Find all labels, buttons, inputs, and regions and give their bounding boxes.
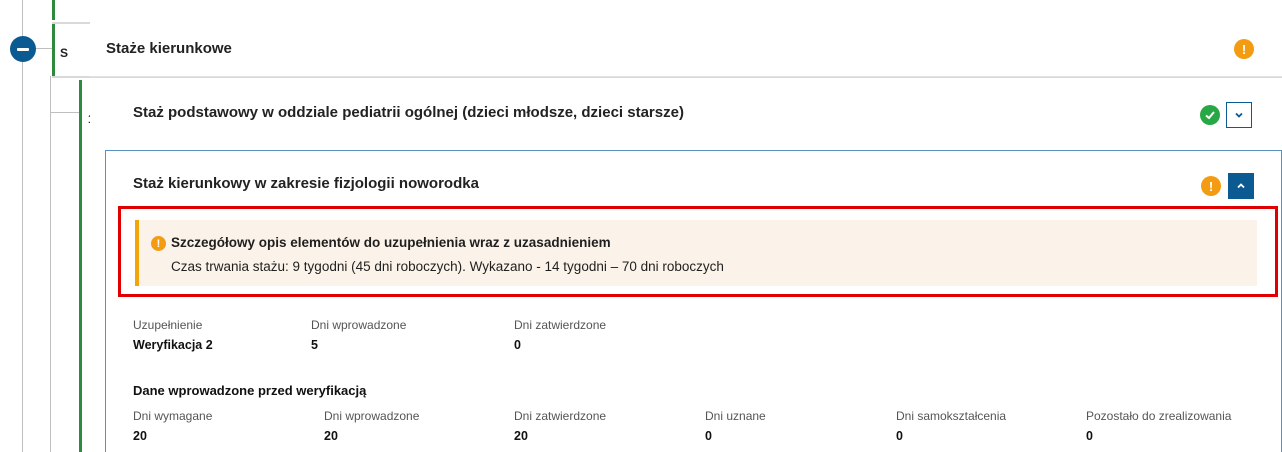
summary-label: Dni wprowadzone xyxy=(311,318,407,332)
section-fizjologia-noworodka: Staż kierunkowy w zakresie fizjologii no… xyxy=(105,150,1282,452)
before-value: 0 xyxy=(896,429,903,443)
minus-glyph xyxy=(17,47,29,51)
before-value: 20 xyxy=(514,429,528,443)
summary-label: Uzupełnienie xyxy=(133,318,203,332)
summary-value: 5 xyxy=(311,338,318,352)
row-title: Staże kierunkowe xyxy=(106,40,232,57)
summary-value: 0 xyxy=(514,338,521,352)
before-label: Pozostało do zrealizowania xyxy=(1086,409,1232,423)
before-label: Dni uznane xyxy=(705,409,766,423)
tree-line-level1 xyxy=(50,76,51,452)
summary-value: Weryfikacja 2 xyxy=(133,338,213,352)
before-value: 20 xyxy=(324,429,338,443)
level-top-bar xyxy=(52,0,55,20)
section-title: Staż kierunkowy w zakresie fizjologii no… xyxy=(133,175,479,192)
before-label: Dni wymagane xyxy=(133,409,213,423)
before-label: Dni zatwierdzone xyxy=(514,409,607,423)
before-heading: Dane wprowadzone przed weryfikacją xyxy=(133,383,367,398)
tree-line-branch-1 xyxy=(50,112,80,113)
level-s-bar xyxy=(52,24,55,76)
chevron-down-icon xyxy=(1235,112,1243,118)
level-s-label: S xyxy=(60,46,69,60)
level-1-bar xyxy=(79,80,82,452)
row-title: Staż podstawowy w oddziale pediatrii ogó… xyxy=(133,104,684,121)
collapse-icon[interactable] xyxy=(10,36,36,62)
tree-line-main xyxy=(22,0,23,452)
check-icon xyxy=(1200,105,1220,125)
warning-icon: ! xyxy=(1234,39,1254,59)
before-value: 20 xyxy=(133,429,147,443)
chevron-up-icon xyxy=(1237,183,1245,189)
expand-button[interactable] xyxy=(1226,102,1252,128)
summary-label: Dni zatwierdzone xyxy=(514,318,607,332)
before-label: Dni samokształcenia xyxy=(896,409,1007,423)
warning-icon: ! xyxy=(1201,176,1221,196)
row-staze-kierunkowe[interactable]: Staże kierunkowe ! xyxy=(90,22,1282,77)
before-label: Dni wprowadzone xyxy=(324,409,420,423)
before-value: 0 xyxy=(1086,429,1093,443)
highlight-frame xyxy=(118,206,1278,297)
row-staz-podstawowy[interactable]: Staż podstawowy w oddziale pediatrii ogó… xyxy=(90,80,1282,148)
before-value: 0 xyxy=(705,429,712,443)
collapse-button[interactable] xyxy=(1228,173,1254,199)
